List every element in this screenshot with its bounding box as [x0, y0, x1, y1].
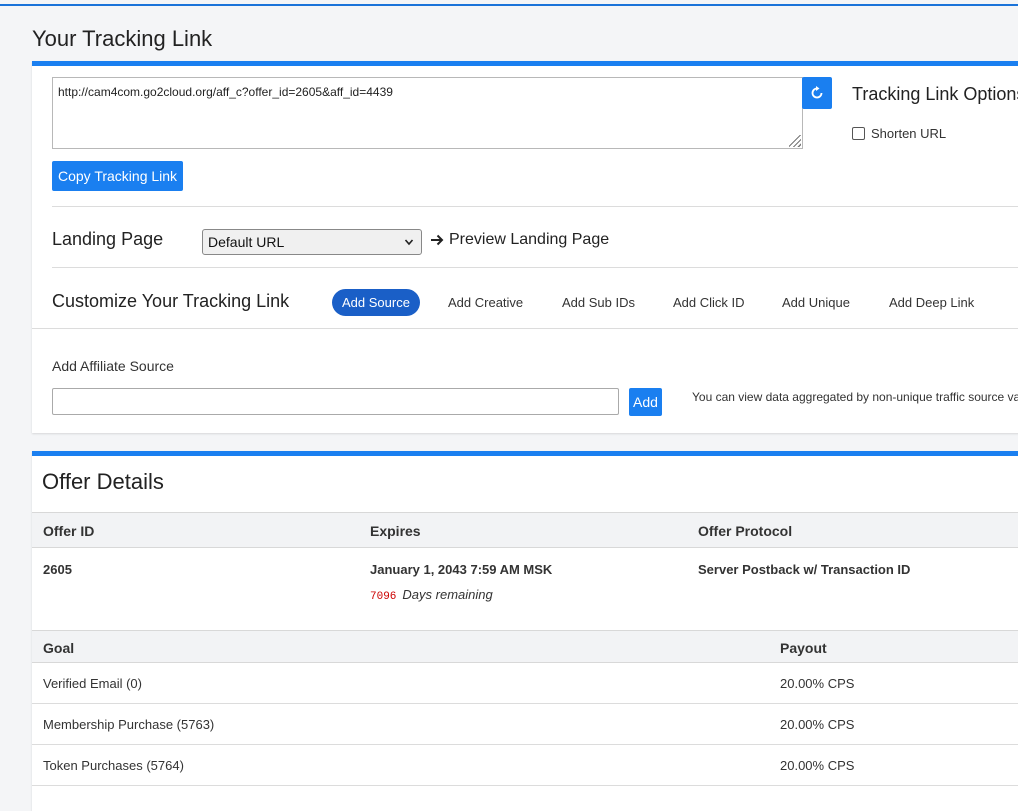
table-row: Token Purchases (5764) 20.00% CPS — [32, 745, 1018, 786]
header-payout: Payout — [780, 640, 827, 656]
header-offer-id: Offer ID — [43, 523, 95, 539]
chevron-down-icon — [404, 239, 414, 246]
header-expires: Expires — [370, 523, 421, 539]
tab-add-unique[interactable]: Add Unique — [782, 289, 850, 316]
resize-grip-icon[interactable] — [789, 135, 801, 147]
offer-details-title: Offer Details — [42, 469, 164, 494]
affiliate-source-note: You can view data aggregated by non-uniq… — [692, 390, 1018, 404]
landing-page-label: Landing Page — [52, 229, 164, 249]
divider — [52, 206, 1018, 207]
goal-payout: 20.00% CPS — [780, 758, 855, 773]
preview-landing-page-label: Preview Landing Page — [449, 231, 610, 248]
tab-add-sub-ids[interactable]: Add Sub IDs — [562, 289, 635, 316]
refresh-button[interactable] — [802, 77, 832, 109]
goal-payout: 20.00% CPS — [780, 676, 855, 691]
tab-add-creative[interactable]: Add Creative — [448, 289, 523, 316]
tracking-link-card: http://cam4com.go2cloud.org/aff_c?offer_… — [32, 61, 1018, 433]
landing-page-select[interactable]: Default URL — [202, 229, 422, 255]
tracking-url-textarea[interactable]: http://cam4com.go2cloud.org/aff_c?offer_… — [52, 77, 803, 149]
header-goal: Goal — [43, 640, 75, 656]
arrow-right-icon — [431, 234, 444, 246]
header-offer-protocol: Offer Protocol — [698, 523, 793, 539]
refresh-icon — [811, 86, 823, 99]
days-remaining-label: Days remaining — [402, 587, 493, 602]
offer-id-value: 2605 — [43, 562, 72, 577]
expires-value: January 1, 2043 7:59 AM MSK — [370, 562, 553, 577]
divider — [52, 267, 1018, 268]
offer-table-header: Offer ID Expires Offer Protocol — [32, 512, 1018, 548]
table-row: Membership Purchase (5763) 20.00% CPS — [32, 704, 1018, 745]
top-border — [0, 4, 1018, 6]
tab-add-source[interactable]: Add Source — [332, 289, 420, 316]
shorten-url-label: Shorten URL — [871, 126, 947, 141]
goal-name: Token Purchases (5764) — [43, 758, 184, 773]
preview-landing-page-link[interactable]: Preview Landing Page — [430, 231, 609, 249]
days-remaining: 7096 Days remaining — [370, 587, 493, 603]
shorten-url-option[interactable]: Shorten URL — [852, 126, 946, 141]
add-source-button[interactable]: Add — [629, 388, 662, 416]
offer-details-card: Offer Details Offer ID Expires Offer Pro… — [32, 451, 1018, 811]
divider — [32, 328, 1018, 329]
page-title: Your Tracking Link — [32, 26, 213, 51]
goal-payout: 20.00% CPS — [780, 717, 855, 732]
goal-name: Membership Purchase (5763) — [43, 717, 215, 732]
affiliate-source-input[interactable] — [52, 388, 619, 415]
table-row: Verified Email (0) 20.00% CPS — [32, 663, 1018, 704]
goal-name: Verified Email (0) — [43, 676, 142, 691]
goal-table-header: Goal Payout — [32, 630, 1018, 663]
landing-page-selected: Default URL — [208, 234, 285, 250]
tab-add-deep-link[interactable]: Add Deep Link — [889, 289, 974, 316]
days-remaining-count: 7096 — [370, 591, 397, 603]
shorten-url-checkbox[interactable] — [852, 127, 865, 140]
customize-label: Customize Your Tracking Link — [52, 291, 290, 311]
add-affiliate-source-label: Add Affiliate Source — [52, 358, 174, 374]
tab-add-click-id[interactable]: Add Click ID — [673, 289, 745, 316]
offer-protocol-value: Server Postback w/ Transaction ID — [698, 562, 911, 577]
tracking-link-options-title: Tracking Link Options — [852, 84, 1018, 104]
copy-tracking-link-button[interactable]: Copy Tracking Link — [52, 161, 184, 191]
tracking-url-text: http://cam4com.go2cloud.org/aff_c?offer_… — [58, 85, 393, 99]
